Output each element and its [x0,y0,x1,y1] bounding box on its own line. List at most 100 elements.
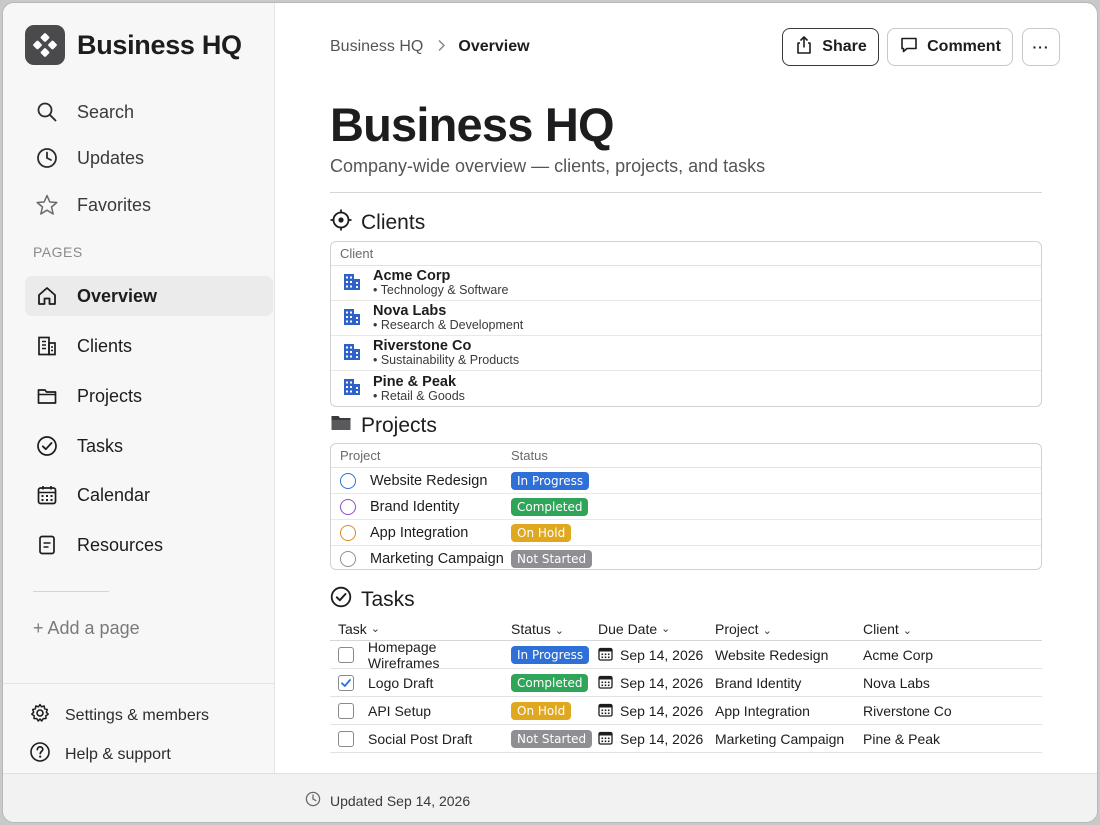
column-header-label: Task [338,620,367,637]
sidebar-divider [33,591,109,592]
building-icon [343,376,361,401]
gear-icon [29,702,51,729]
table-row[interactable]: Riverstone Co • Sustainability & Products [331,336,1041,371]
sidebar-item-search[interactable]: Search [25,92,273,132]
sidebar-item-overview[interactable]: Overview [25,276,273,316]
status-badge: In Progress [511,471,590,490]
table-row[interactable]: Homepage Wireframes In Progress Sep 14, … [330,639,1042,671]
pages-section-label: PAGES [33,244,83,260]
sidebar-item-updates[interactable]: Updates [25,138,273,178]
clients-table: Client Acme Corp • Technology & Software … [330,241,1042,407]
checkmark-icon [341,678,351,687]
table-row[interactable]: Logo Draft Completed Sep 14, 2026 Brand … [330,669,1042,697]
client-name: Pine & Peak [373,373,457,390]
task-checkbox[interactable] [338,702,354,719]
comment-button[interactable]: Comment [887,28,1013,66]
sidebar-item-tasks[interactable]: Tasks [25,426,273,466]
comment-icon [899,35,919,60]
status-badge: In Progress [511,645,590,664]
column-header-status[interactable]: Status ⌄ [511,621,598,637]
column-header-task[interactable]: Task ⌄ [330,621,511,637]
task-client: Pine & Peak [863,730,941,747]
status-badge: On Hold [511,523,572,542]
table-row[interactable]: Social Post Draft Not Started Sep 14, 20… [330,725,1042,753]
share-icon [794,35,814,60]
calendar-icon [598,646,613,664]
table-row[interactable]: Nova Labs • Research & Development [331,301,1041,336]
target-icon [330,209,352,236]
task-checkbox[interactable] [338,674,354,691]
sidebar-item-label: Overview [77,285,158,306]
building-icon [343,341,361,366]
status-circle-icon [340,524,356,541]
column-header-label: Project [715,620,759,637]
more-options-button[interactable]: ··· [1022,28,1060,66]
project-name: App Integration [370,524,469,541]
page-title: Business HQ [330,98,615,151]
chevron-down-icon: ⌄ [370,623,381,635]
app-window: Business HQ Search Updates Favorites PAG… [2,2,1098,823]
project-name: Brand Identity [370,498,460,515]
chevron-down-icon: ⌄ [554,624,564,637]
projects-heading: Projects [361,413,437,437]
table-row[interactable]: Marketing Campaign Not Started [331,546,1041,569]
column-header-label: Client [863,620,899,637]
folder-icon [35,384,59,408]
column-header-status: Status [511,448,548,463]
breadcrumb-root[interactable]: Business HQ [330,38,423,56]
settings-members-link[interactable]: Settings & members [29,702,209,729]
page-subtitle: Company-wide overview — clients, project… [330,156,766,176]
table-row[interactable]: App Integration On Hold [331,520,1041,546]
due-date: Sep 14, 2026 [620,730,704,747]
client-description: • Technology & Software [373,283,509,297]
sidebar-item-projects[interactable]: Projects [25,376,273,416]
sidebar-item-calendar[interactable]: Calendar [25,475,273,515]
task-checkbox[interactable] [338,646,354,663]
status-circle-icon [340,498,356,515]
column-header-project[interactable]: Project ⌄ [715,621,863,637]
calendar-icon [598,674,613,692]
client-description: • Retail & Goods [373,388,465,403]
help-support-link[interactable]: Help & support [29,741,171,768]
workspace-brand[interactable]: Business HQ [25,25,242,65]
sidebar-item-resources[interactable]: Resources [25,525,273,565]
home-icon [35,284,59,308]
add-page-button[interactable]: + Add a page [33,618,140,639]
column-header-client[interactable]: Client ⌄ [863,621,1033,637]
table-row[interactable]: API Setup On Hold Sep 14, 2026 App Integ… [330,697,1042,725]
project-name: Website Redesign [370,472,488,489]
last-updated-text: Updated Sep 14, 2026 [330,792,471,809]
sidebar-item-label: Search [77,101,135,122]
column-header-project: Project [340,448,381,463]
clients-column-header: Client [331,242,1041,266]
sidebar-item-clients[interactable]: Clients [25,326,273,366]
table-row[interactable]: Brand Identity Completed [331,494,1041,520]
clock-icon [305,791,321,810]
column-header-due-date[interactable]: Due Date ⌄ [598,621,715,637]
building-icon [343,306,361,331]
search-icon [35,100,59,124]
task-checkbox[interactable] [338,730,354,747]
sidebar-item-favorites[interactable]: Favorites [25,185,273,225]
table-row[interactable]: Pine & Peak • Retail & Goods [331,371,1041,406]
status-circle-icon [340,551,356,567]
table-row[interactable]: Website Redesign In Progress [331,468,1041,494]
check-circle-icon [330,586,352,613]
projects-header-row: Project Status [331,444,1041,468]
chevron-down-icon: ⌄ [762,624,772,637]
task-client: Acme Corp [863,646,934,663]
table-row[interactable]: Acme Corp • Technology & Software [331,266,1041,301]
due-date: Sep 14, 2026 [620,646,704,663]
task-client: Riverstone Co [863,702,952,719]
column-header-label: Status [511,620,551,637]
status-circle-icon [340,472,356,489]
client-description: • Sustainability & Products [373,353,520,367]
workspace-logo-icon [25,25,65,65]
share-button[interactable]: Share [782,28,879,66]
building-icon [35,334,59,358]
calendar-icon [35,483,59,507]
sidebar: Business HQ Search Updates Favorites PAG… [3,3,275,773]
status-badge: Completed [511,497,589,516]
status-badge: Not Started [511,729,593,748]
building-icon [343,271,361,296]
